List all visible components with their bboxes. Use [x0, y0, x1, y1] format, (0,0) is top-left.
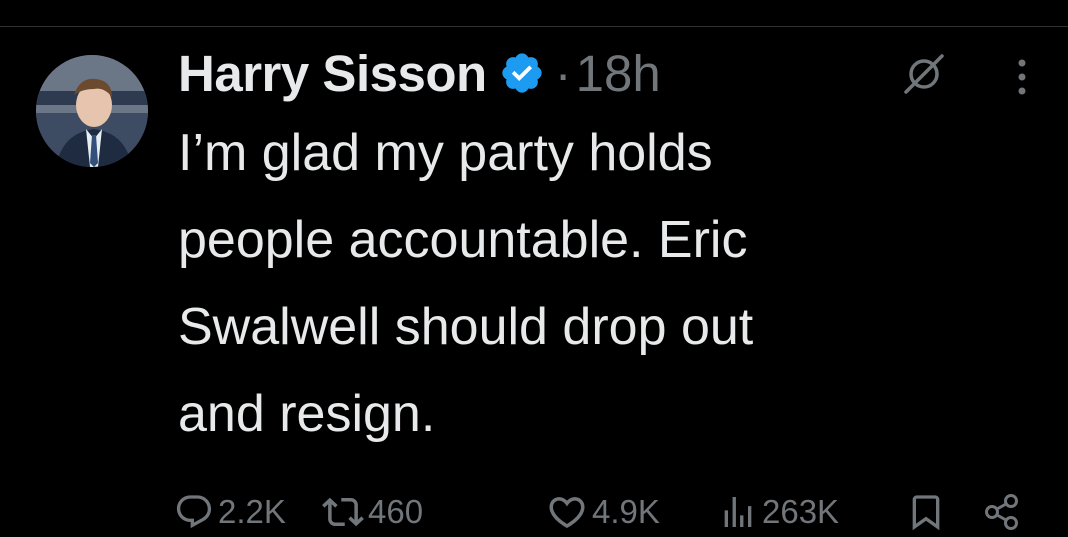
like-count: 4.9K	[592, 493, 660, 530]
avatar[interactable]	[36, 55, 148, 167]
bookmark-button[interactable]	[906, 487, 946, 537]
repost-button[interactable]: 460	[322, 487, 423, 537]
reply-button[interactable]: 2.2K	[174, 487, 286, 537]
views-icon	[718, 492, 758, 532]
more-icon[interactable]	[1006, 55, 1038, 99]
repost-count: 460	[368, 493, 424, 530]
share-button[interactable]	[980, 487, 1024, 537]
reply-icon	[174, 492, 214, 532]
grok-icon[interactable]	[900, 50, 948, 98]
repost-icon	[322, 491, 364, 533]
like-icon	[546, 491, 588, 533]
reply-count: 2.2K	[218, 493, 286, 530]
separator-dot: ·	[554, 44, 572, 102]
author-name[interactable]: Harry Sisson	[178, 44, 487, 103]
post-header: Harry Sisson · 18h	[178, 38, 661, 108]
top-divider	[0, 0, 1068, 27]
verified-badge-icon[interactable]	[499, 50, 545, 96]
share-icon	[980, 490, 1024, 534]
views-button[interactable]: 263K	[718, 487, 839, 537]
bookmark-icon	[906, 492, 946, 532]
view-count: 263K	[762, 493, 840, 530]
action-bar: 2.2K 460 4.9K 263K	[174, 487, 1034, 537]
like-button[interactable]: 4.9K	[546, 487, 660, 537]
post-text: I’m glad my party holds people accountab…	[178, 124, 754, 443]
timestamp[interactable]: 18h	[576, 44, 661, 103]
